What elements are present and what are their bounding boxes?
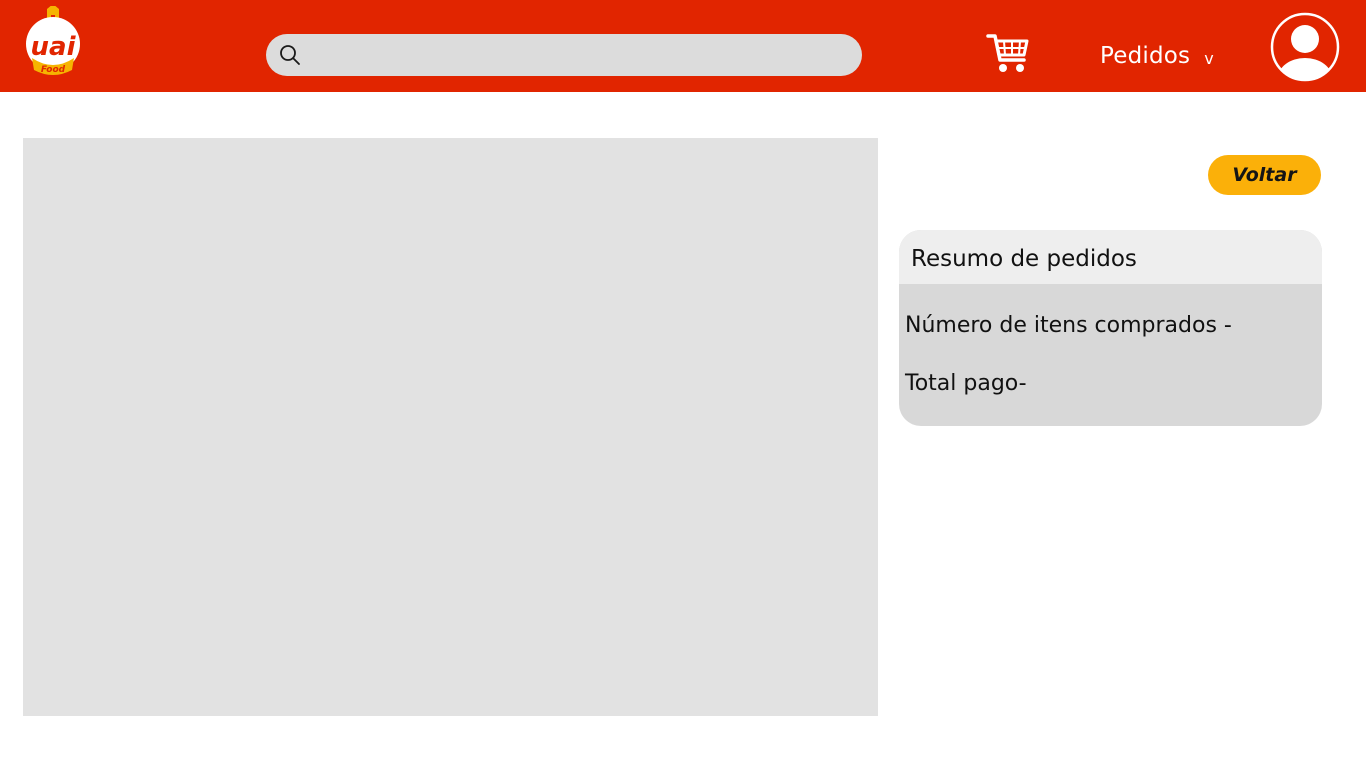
chevron-down-icon: v: [1204, 49, 1214, 68]
orders-dropdown[interactable]: Pedidos v: [1100, 40, 1214, 72]
search-bar[interactable]: [266, 33, 862, 77]
orders-dropdown-label: Pedidos: [1100, 43, 1191, 69]
user-avatar-icon[interactable]: [1270, 12, 1340, 82]
top-navigation-bar: uai Food Pedidos v: [0, 0, 1366, 92]
cart-icon[interactable]: [986, 32, 1030, 74]
logo-wordmark: uai: [31, 32, 77, 62]
logo-subtext: Food: [41, 65, 66, 75]
search-icon[interactable]: [278, 43, 302, 67]
order-summary-title: Resumo de pedidos: [899, 230, 1322, 284]
total-paid: Total pago-: [905, 371, 1027, 396]
items-purchased-count: Número de itens comprados -: [905, 313, 1232, 338]
search-input[interactable]: [308, 33, 848, 77]
back-button[interactable]: Voltar: [1208, 155, 1321, 195]
order-image-placeholder: [23, 138, 878, 716]
order-summary-card: Resumo de pedidos Número de itens compra…: [899, 230, 1322, 426]
uai-food-logo[interactable]: uai Food: [22, 4, 84, 80]
